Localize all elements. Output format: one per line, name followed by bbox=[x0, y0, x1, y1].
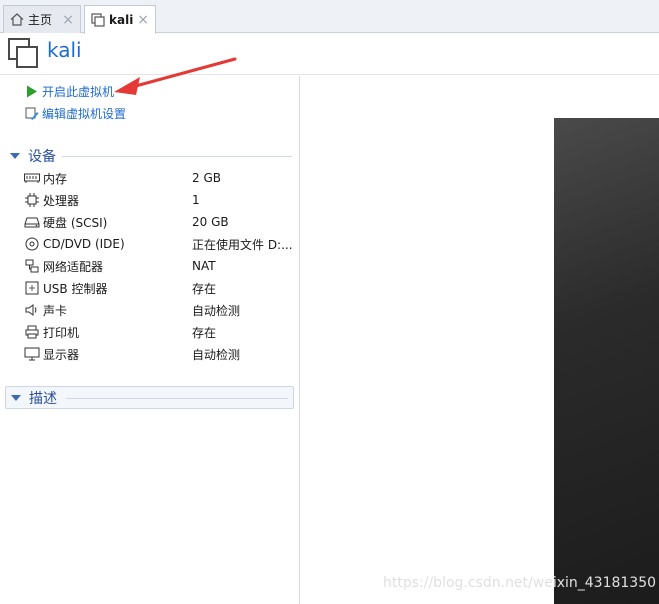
devices-section-header[interactable]: 设备 bbox=[7, 147, 292, 165]
device-row-cpu[interactable]: 处理器 1 bbox=[24, 189, 294, 211]
device-value: 自动检测 bbox=[192, 347, 241, 362]
device-row-printer[interactable]: 打印机 存在 bbox=[24, 321, 294, 343]
tab-kali[interactable]: kali × bbox=[84, 5, 156, 34]
device-row-harddisk[interactable]: 硬盘 (SCSI) 20 GB bbox=[24, 211, 294, 233]
start-vm-label: 开启此虚拟机 bbox=[42, 85, 115, 99]
device-row-display[interactable]: 显示器 自动检测 bbox=[24, 343, 294, 365]
tab-bar: 主页 × kali × bbox=[0, 0, 659, 34]
watermark-text: https://blog.csdn.net/weixin_43181350 bbox=[383, 575, 657, 591]
device-row-network[interactable]: 网络适配器 NAT bbox=[24, 255, 294, 277]
divider bbox=[62, 156, 292, 157]
close-icon[interactable]: × bbox=[137, 12, 149, 28]
device-row-sound[interactable]: 声卡 自动检测 bbox=[24, 299, 294, 321]
divider bbox=[66, 398, 288, 399]
device-row-usb[interactable]: USB 控制器 存在 bbox=[24, 277, 294, 299]
cpu-icon bbox=[24, 193, 40, 207]
page-title: kali bbox=[47, 38, 82, 62]
device-value: 正在使用文件 D:... bbox=[192, 237, 293, 252]
vm-title-bar: kali bbox=[0, 33, 659, 75]
vm-icon bbox=[7, 37, 39, 72]
tab-home[interactable]: 主页 × bbox=[3, 5, 81, 33]
edit-vm-settings-button[interactable]: 编辑虚拟机设置 bbox=[25, 105, 126, 122]
collapse-triangle-icon bbox=[10, 153, 20, 159]
edit-settings-icon bbox=[25, 107, 39, 121]
devices-header-label: 设备 bbox=[28, 149, 56, 165]
tab-kali-label: kali bbox=[109, 13, 134, 27]
description-section[interactable]: 描述 bbox=[5, 386, 294, 409]
memory-icon bbox=[24, 171, 40, 185]
device-name: 声卡 bbox=[43, 303, 68, 318]
device-value: 存在 bbox=[192, 281, 217, 296]
home-icon bbox=[10, 13, 24, 26]
device-name: 显示器 bbox=[43, 347, 80, 362]
play-icon bbox=[25, 85, 39, 99]
device-row-cd-dvd[interactable]: CD/DVD (IDE) 正在使用文件 D:... bbox=[24, 233, 294, 255]
device-name: 网络适配器 bbox=[43, 259, 104, 274]
device-name: USB 控制器 bbox=[43, 281, 108, 296]
device-name: 硬盘 (SCSI) bbox=[43, 215, 108, 230]
vm-icon bbox=[91, 13, 105, 27]
network-icon bbox=[24, 259, 40, 273]
printer-icon bbox=[24, 325, 40, 339]
device-name: 处理器 bbox=[43, 193, 80, 208]
description-header-label: 描述 bbox=[29, 391, 57, 407]
cd-icon bbox=[24, 237, 40, 251]
device-name: CD/DVD (IDE) bbox=[43, 237, 125, 251]
description-section-header[interactable]: 描述 bbox=[8, 389, 288, 407]
close-icon[interactable]: × bbox=[62, 12, 74, 28]
device-value: 自动检测 bbox=[192, 303, 241, 318]
usb-icon bbox=[24, 281, 40, 295]
start-vm-button[interactable]: 开启此虚拟机 bbox=[25, 83, 114, 100]
device-value: NAT bbox=[192, 259, 216, 273]
device-row-memory[interactable]: 内存 2 GB bbox=[24, 167, 294, 189]
device-name: 打印机 bbox=[43, 325, 80, 340]
collapse-triangle-icon bbox=[11, 395, 21, 401]
device-value: 存在 bbox=[192, 325, 217, 340]
device-name: 内存 bbox=[43, 171, 68, 186]
vm-details-pane: 开启此虚拟机 编辑虚拟机设置 设备 内存 2 GB 处理器 1 硬盘 (SCSI… bbox=[0, 76, 300, 604]
device-value: 20 GB bbox=[192, 215, 229, 229]
edit-vm-settings-label: 编辑虚拟机设置 bbox=[42, 107, 127, 121]
vm-console-preview[interactable] bbox=[554, 118, 659, 604]
annotation-arrow-icon bbox=[114, 57, 237, 95]
harddisk-icon bbox=[24, 215, 40, 229]
tab-home-label: 主页 bbox=[28, 13, 53, 27]
speaker-icon bbox=[24, 303, 40, 317]
monitor-icon bbox=[24, 347, 40, 361]
device-value: 2 GB bbox=[192, 171, 221, 185]
device-value: 1 bbox=[192, 193, 200, 207]
